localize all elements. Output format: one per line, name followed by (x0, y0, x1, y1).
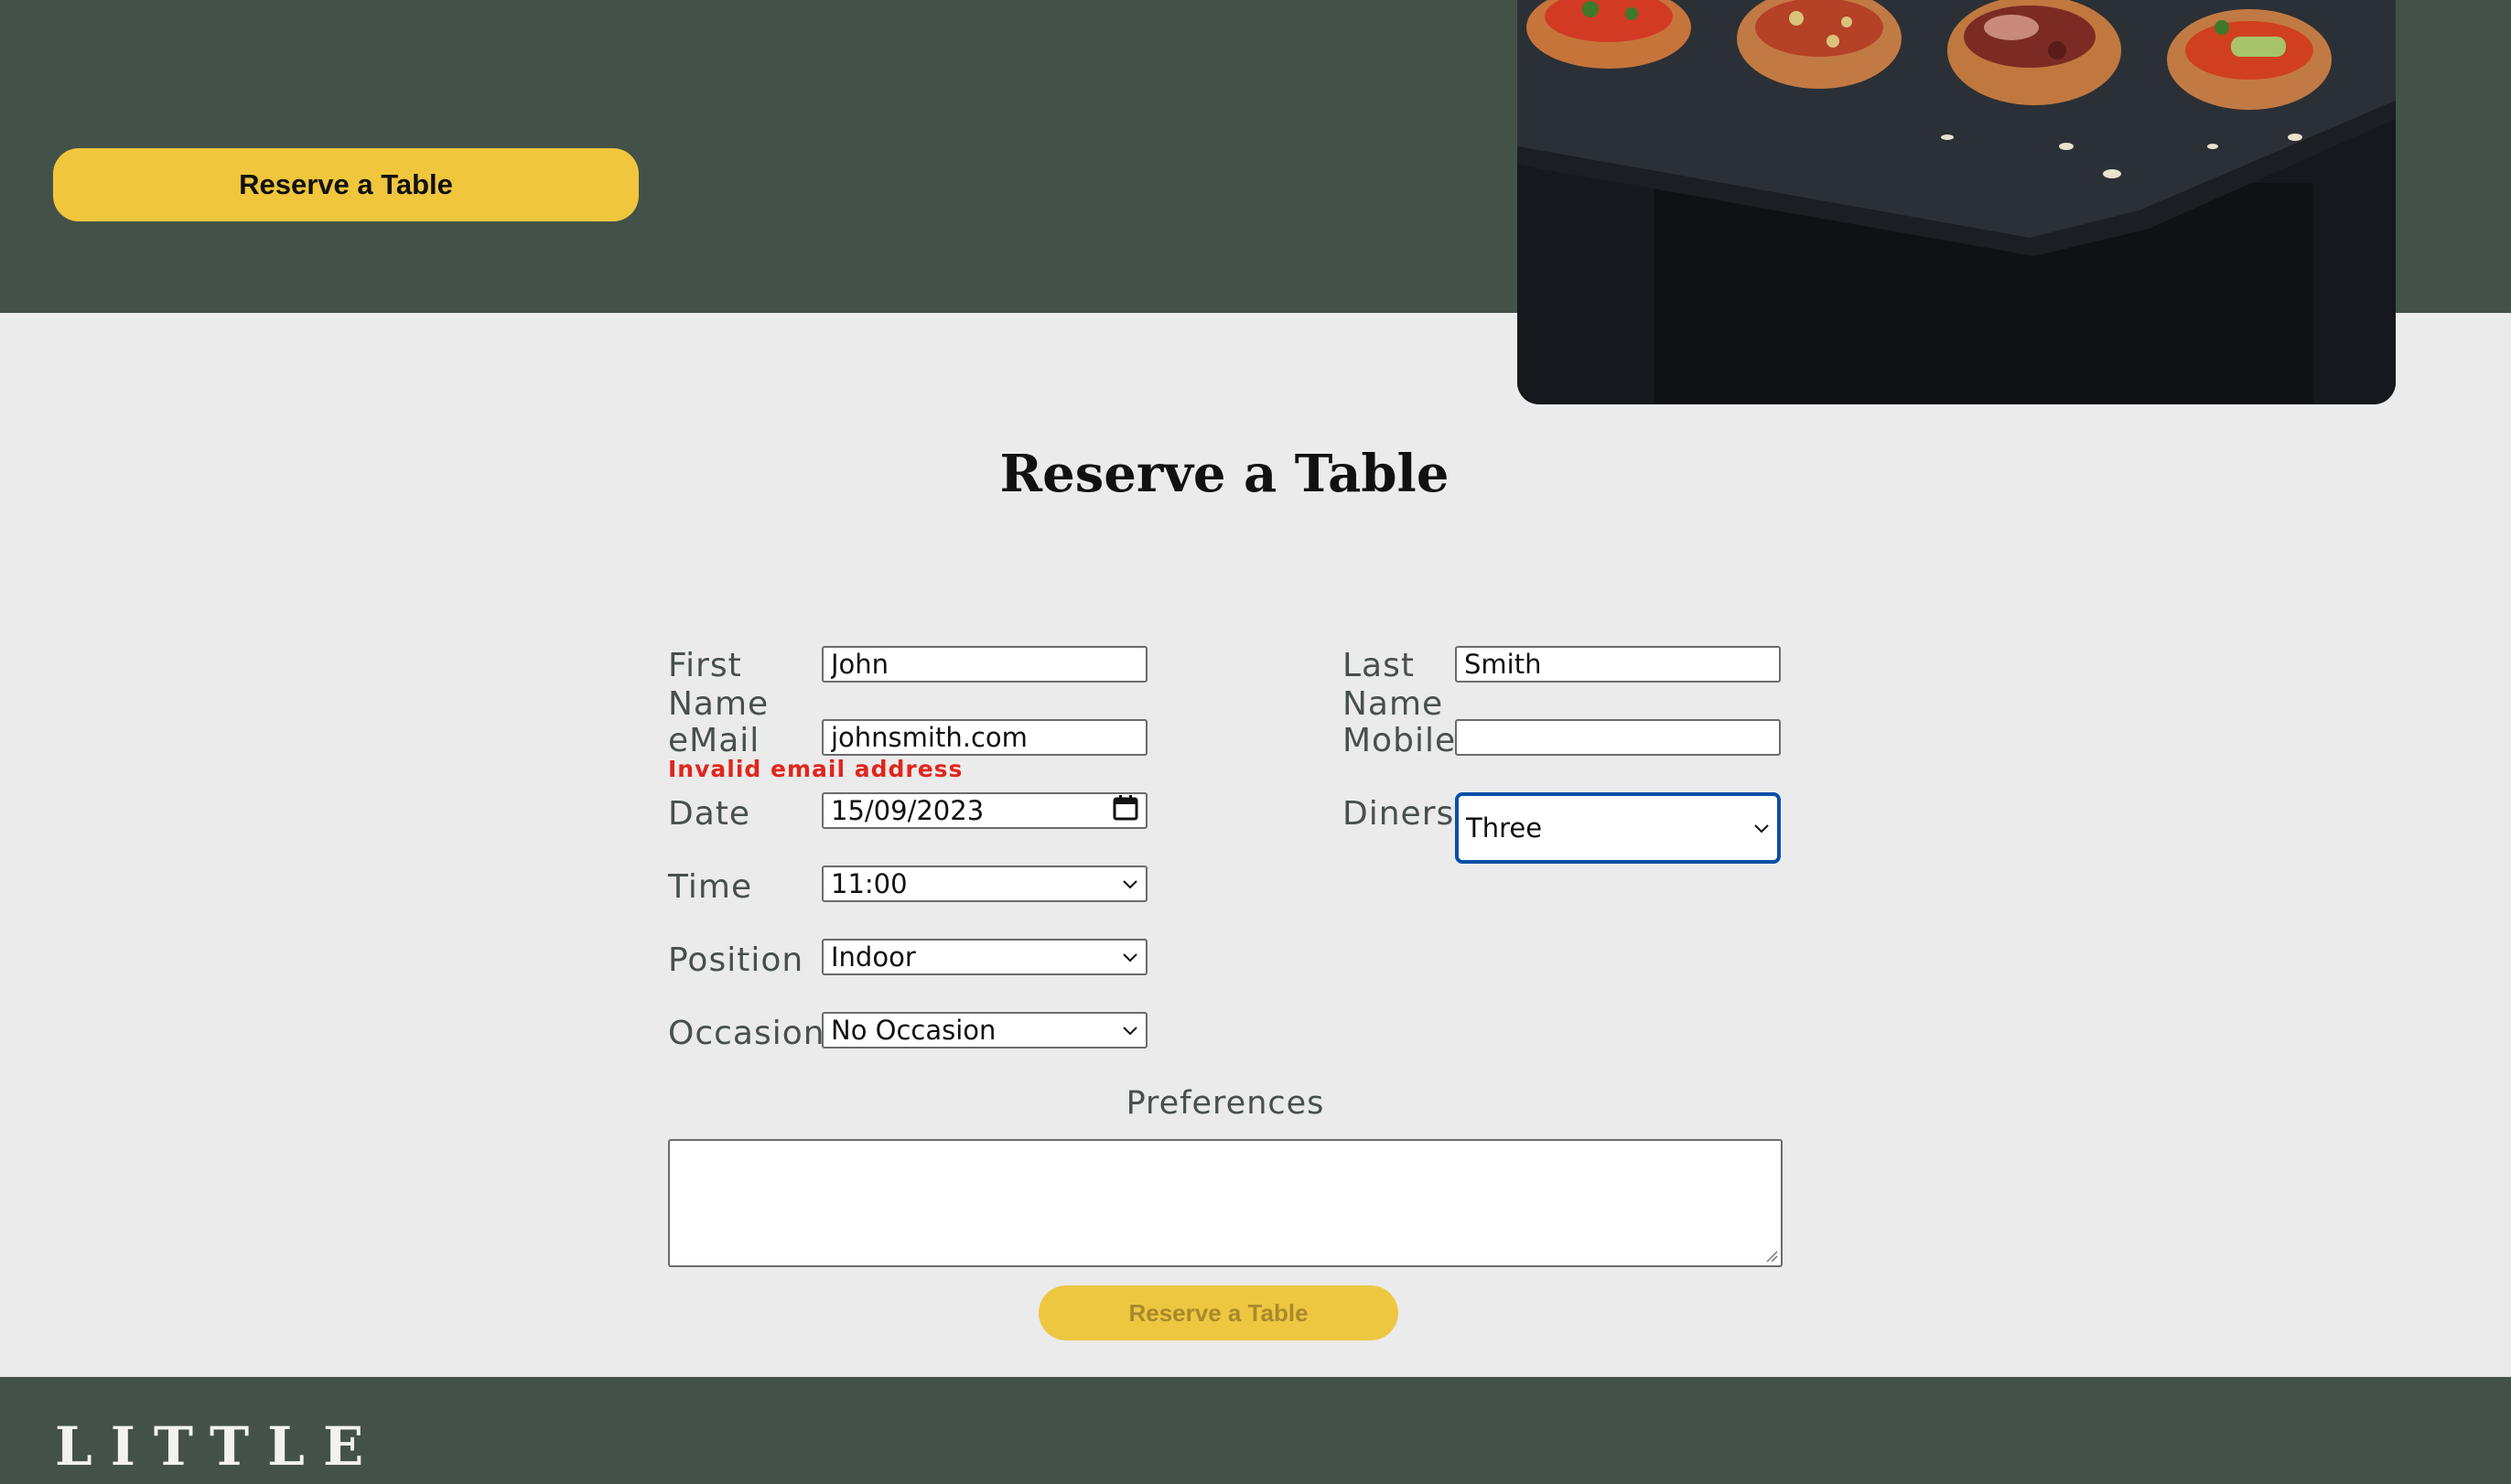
last-name-label-line1: Last (1342, 647, 1415, 684)
last-name-input[interactable]: Smith (1455, 646, 1781, 683)
hero-banner: Reserve a Table (0, 0, 2511, 404)
time-select[interactable]: 11:00 (822, 866, 1148, 902)
diners-label: Diners (1342, 795, 1455, 833)
occasion-select[interactable]: No Occasion (822, 1012, 1148, 1048)
resize-handle-icon[interactable] (1765, 1250, 1778, 1263)
email-error-message: Invalid email address (668, 756, 964, 782)
chevron-down-icon (1123, 953, 1137, 962)
occasion-value: No Occasion (831, 1015, 997, 1046)
calendar-icon[interactable] (1113, 794, 1138, 828)
occasion-label: Occasion (668, 1015, 825, 1052)
hero-food-image (1517, 0, 2396, 404)
mobile-label: Mobile (1342, 722, 1457, 759)
chevron-down-icon (1123, 880, 1137, 889)
time-value: 11:00 (831, 868, 908, 899)
time-label: Time (668, 868, 753, 906)
mobile-input[interactable] (1455, 719, 1781, 756)
email-input[interactable]: johnsmith.com (822, 719, 1148, 756)
preferences-label: Preferences (1126, 1085, 1325, 1122)
submit-reservation-button[interactable]: Reserve a Table (1039, 1285, 1398, 1340)
email-label: eMail (668, 722, 760, 759)
footer-logo[interactable]: LITTLE (55, 1415, 382, 1478)
date-input[interactable]: 15/09/2023 (822, 792, 1148, 829)
date-label: Date (668, 795, 751, 833)
page-title: Reserve a Table (999, 444, 1449, 504)
diners-select[interactable]: Three (1455, 792, 1781, 864)
first-name-input[interactable]: John (822, 646, 1148, 683)
last-name-label: Last Name (1342, 647, 1444, 723)
diners-value: Three (1466, 812, 1543, 844)
last-name-value: Smith (1464, 649, 1542, 680)
chevron-down-icon (1754, 824, 1769, 833)
first-name-label-line2: Name (668, 685, 770, 723)
last-name-label-line2: Name (1342, 685, 1444, 723)
email-value: johnsmith.com (831, 722, 1028, 753)
first-name-value: John (831, 649, 889, 680)
date-value: 15/09/2023 (831, 795, 985, 826)
hero-reserve-button[interactable]: Reserve a Table (53, 148, 639, 221)
position-label: Position (668, 941, 804, 979)
preferences-textarea[interactable] (668, 1139, 1783, 1267)
chevron-down-icon (1123, 1027, 1137, 1036)
first-name-label: First Name (668, 647, 770, 723)
footer: LITTLE (0, 1377, 2511, 1484)
position-value: Indoor (831, 941, 916, 973)
first-name-label-line1: First (668, 647, 742, 684)
position-select[interactable]: Indoor (822, 939, 1148, 975)
